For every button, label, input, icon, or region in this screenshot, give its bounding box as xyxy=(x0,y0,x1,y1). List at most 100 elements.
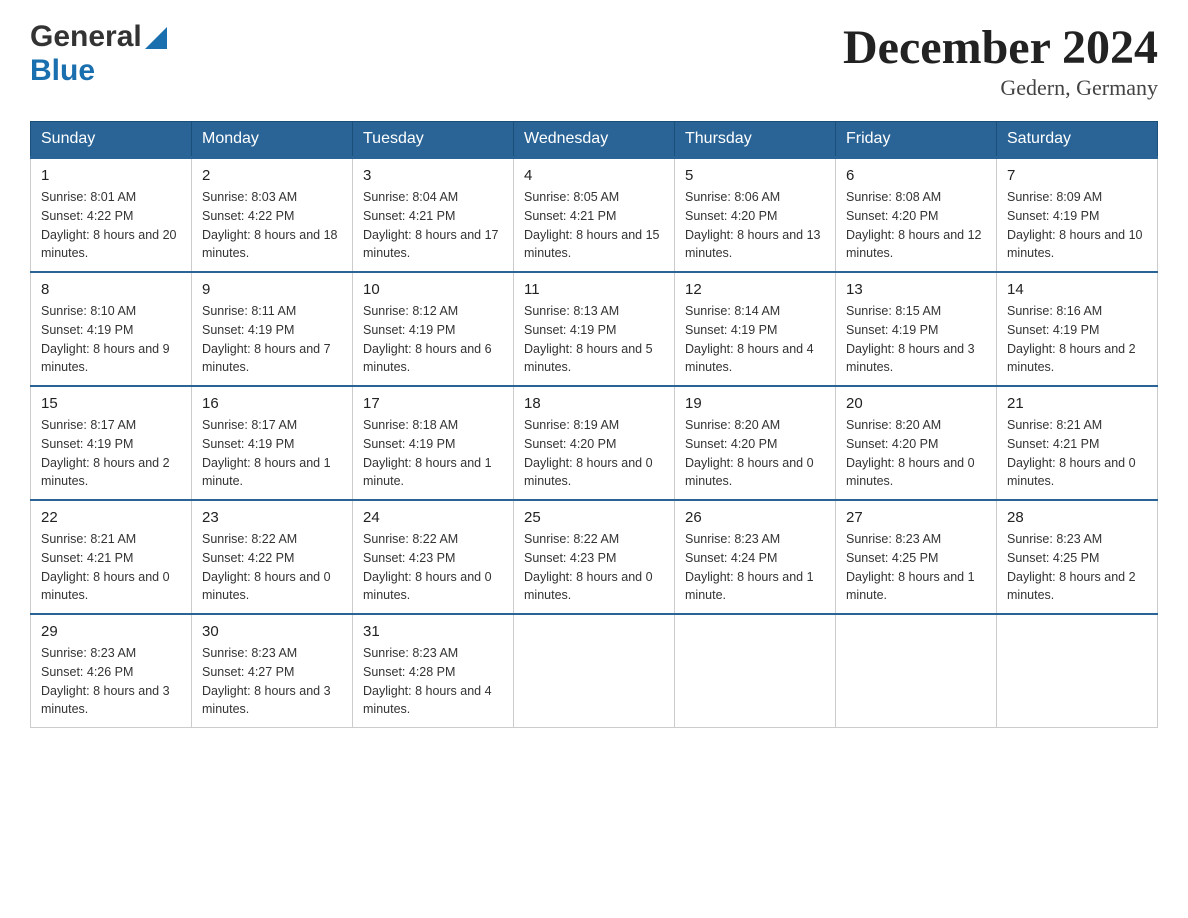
day-number: 24 xyxy=(363,509,503,526)
logo: General Blue xyxy=(30,20,167,88)
day-number: 8 xyxy=(41,281,181,298)
calendar-day-header: Sunday xyxy=(31,122,192,158)
calendar-day-header: Tuesday xyxy=(353,122,514,158)
calendar-cell: 22 Sunrise: 8:21 AM Sunset: 4:21 PM Dayl… xyxy=(31,500,192,614)
day-info: Sunrise: 8:20 AM Sunset: 4:20 PM Dayligh… xyxy=(846,416,986,491)
calendar-cell: 15 Sunrise: 8:17 AM Sunset: 4:19 PM Dayl… xyxy=(31,386,192,500)
calendar-cell: 18 Sunrise: 8:19 AM Sunset: 4:20 PM Dayl… xyxy=(514,386,675,500)
day-number: 22 xyxy=(41,509,181,526)
day-number: 5 xyxy=(685,167,825,184)
day-info: Sunrise: 8:17 AM Sunset: 4:19 PM Dayligh… xyxy=(41,416,181,491)
calendar-day-header: Saturday xyxy=(997,122,1158,158)
day-info: Sunrise: 8:23 AM Sunset: 4:25 PM Dayligh… xyxy=(1007,530,1147,605)
calendar-day-header: Monday xyxy=(192,122,353,158)
calendar-cell: 3 Sunrise: 8:04 AM Sunset: 4:21 PM Dayli… xyxy=(353,158,514,273)
day-info: Sunrise: 8:13 AM Sunset: 4:19 PM Dayligh… xyxy=(524,302,664,377)
day-info: Sunrise: 8:14 AM Sunset: 4:19 PM Dayligh… xyxy=(685,302,825,377)
day-number: 25 xyxy=(524,509,664,526)
calendar-cell: 17 Sunrise: 8:18 AM Sunset: 4:19 PM Dayl… xyxy=(353,386,514,500)
calendar-cell: 28 Sunrise: 8:23 AM Sunset: 4:25 PM Dayl… xyxy=(997,500,1158,614)
day-number: 26 xyxy=(685,509,825,526)
day-number: 28 xyxy=(1007,509,1147,526)
day-info: Sunrise: 8:08 AM Sunset: 4:20 PM Dayligh… xyxy=(846,188,986,263)
calendar-cell xyxy=(514,614,675,728)
logo-triangle-icon xyxy=(145,27,167,49)
day-info: Sunrise: 8:15 AM Sunset: 4:19 PM Dayligh… xyxy=(846,302,986,377)
logo-blue-text: Blue xyxy=(30,54,95,88)
calendar-header: SundayMondayTuesdayWednesdayThursdayFrid… xyxy=(31,122,1158,158)
day-info: Sunrise: 8:18 AM Sunset: 4:19 PM Dayligh… xyxy=(363,416,503,491)
day-number: 14 xyxy=(1007,281,1147,298)
day-info: Sunrise: 8:11 AM Sunset: 4:19 PM Dayligh… xyxy=(202,302,342,377)
calendar-cell: 19 Sunrise: 8:20 AM Sunset: 4:20 PM Dayl… xyxy=(675,386,836,500)
day-info: Sunrise: 8:23 AM Sunset: 4:27 PM Dayligh… xyxy=(202,644,342,719)
day-info: Sunrise: 8:10 AM Sunset: 4:19 PM Dayligh… xyxy=(41,302,181,377)
day-number: 15 xyxy=(41,395,181,412)
calendar-cell: 14 Sunrise: 8:16 AM Sunset: 4:19 PM Dayl… xyxy=(997,272,1158,386)
day-number: 18 xyxy=(524,395,664,412)
calendar-cell: 11 Sunrise: 8:13 AM Sunset: 4:19 PM Dayl… xyxy=(514,272,675,386)
calendar-body: 1 Sunrise: 8:01 AM Sunset: 4:22 PM Dayli… xyxy=(31,158,1158,728)
day-number: 17 xyxy=(363,395,503,412)
calendar-cell: 13 Sunrise: 8:15 AM Sunset: 4:19 PM Dayl… xyxy=(836,272,997,386)
calendar-cell xyxy=(997,614,1158,728)
calendar-week-row: 1 Sunrise: 8:01 AM Sunset: 4:22 PM Dayli… xyxy=(31,158,1158,273)
day-number: 19 xyxy=(685,395,825,412)
day-info: Sunrise: 8:12 AM Sunset: 4:19 PM Dayligh… xyxy=(363,302,503,377)
day-info: Sunrise: 8:03 AM Sunset: 4:22 PM Dayligh… xyxy=(202,188,342,263)
day-number: 1 xyxy=(41,167,181,184)
day-info: Sunrise: 8:23 AM Sunset: 4:28 PM Dayligh… xyxy=(363,644,503,719)
day-info: Sunrise: 8:20 AM Sunset: 4:20 PM Dayligh… xyxy=(685,416,825,491)
day-number: 29 xyxy=(41,623,181,640)
calendar-header-row: SundayMondayTuesdayWednesdayThursdayFrid… xyxy=(31,122,1158,158)
calendar-day-header: Friday xyxy=(836,122,997,158)
calendar-cell: 1 Sunrise: 8:01 AM Sunset: 4:22 PM Dayli… xyxy=(31,158,192,273)
calendar-cell: 25 Sunrise: 8:22 AM Sunset: 4:23 PM Dayl… xyxy=(514,500,675,614)
day-info: Sunrise: 8:09 AM Sunset: 4:19 PM Dayligh… xyxy=(1007,188,1147,263)
day-number: 23 xyxy=(202,509,342,526)
day-number: 10 xyxy=(363,281,503,298)
day-info: Sunrise: 8:23 AM Sunset: 4:24 PM Dayligh… xyxy=(685,530,825,605)
calendar-cell: 27 Sunrise: 8:23 AM Sunset: 4:25 PM Dayl… xyxy=(836,500,997,614)
day-info: Sunrise: 8:23 AM Sunset: 4:26 PM Dayligh… xyxy=(41,644,181,719)
calendar-day-header: Thursday xyxy=(675,122,836,158)
calendar-cell: 20 Sunrise: 8:20 AM Sunset: 4:20 PM Dayl… xyxy=(836,386,997,500)
day-number: 20 xyxy=(846,395,986,412)
day-number: 13 xyxy=(846,281,986,298)
calendar-cell: 6 Sunrise: 8:08 AM Sunset: 4:20 PM Dayli… xyxy=(836,158,997,273)
day-number: 3 xyxy=(363,167,503,184)
calendar-cell: 4 Sunrise: 8:05 AM Sunset: 4:21 PM Dayli… xyxy=(514,158,675,273)
calendar-cell: 16 Sunrise: 8:17 AM Sunset: 4:19 PM Dayl… xyxy=(192,386,353,500)
page-title: December 2024 xyxy=(843,20,1158,75)
calendar-cell: 10 Sunrise: 8:12 AM Sunset: 4:19 PM Dayl… xyxy=(353,272,514,386)
calendar-cell: 5 Sunrise: 8:06 AM Sunset: 4:20 PM Dayli… xyxy=(675,158,836,273)
day-number: 16 xyxy=(202,395,342,412)
calendar-week-row: 8 Sunrise: 8:10 AM Sunset: 4:19 PM Dayli… xyxy=(31,272,1158,386)
calendar-week-row: 22 Sunrise: 8:21 AM Sunset: 4:21 PM Dayl… xyxy=(31,500,1158,614)
calendar-cell: 2 Sunrise: 8:03 AM Sunset: 4:22 PM Dayli… xyxy=(192,158,353,273)
day-number: 30 xyxy=(202,623,342,640)
day-number: 12 xyxy=(685,281,825,298)
day-number: 7 xyxy=(1007,167,1147,184)
calendar-cell: 24 Sunrise: 8:22 AM Sunset: 4:23 PM Dayl… xyxy=(353,500,514,614)
day-info: Sunrise: 8:06 AM Sunset: 4:20 PM Dayligh… xyxy=(685,188,825,263)
day-info: Sunrise: 8:04 AM Sunset: 4:21 PM Dayligh… xyxy=(363,188,503,263)
day-number: 6 xyxy=(846,167,986,184)
calendar-cell: 23 Sunrise: 8:22 AM Sunset: 4:22 PM Dayl… xyxy=(192,500,353,614)
calendar-cell: 29 Sunrise: 8:23 AM Sunset: 4:26 PM Dayl… xyxy=(31,614,192,728)
day-info: Sunrise: 8:05 AM Sunset: 4:21 PM Dayligh… xyxy=(524,188,664,263)
day-number: 9 xyxy=(202,281,342,298)
day-info: Sunrise: 8:22 AM Sunset: 4:23 PM Dayligh… xyxy=(524,530,664,605)
day-info: Sunrise: 8:01 AM Sunset: 4:22 PM Dayligh… xyxy=(41,188,181,263)
calendar-cell: 12 Sunrise: 8:14 AM Sunset: 4:19 PM Dayl… xyxy=(675,272,836,386)
day-number: 11 xyxy=(524,281,664,298)
day-info: Sunrise: 8:22 AM Sunset: 4:22 PM Dayligh… xyxy=(202,530,342,605)
calendar-cell: 7 Sunrise: 8:09 AM Sunset: 4:19 PM Dayli… xyxy=(997,158,1158,273)
day-info: Sunrise: 8:17 AM Sunset: 4:19 PM Dayligh… xyxy=(202,416,342,491)
calendar-cell xyxy=(675,614,836,728)
day-info: Sunrise: 8:21 AM Sunset: 4:21 PM Dayligh… xyxy=(41,530,181,605)
title-area: December 2024 Gedern, Germany xyxy=(843,20,1158,101)
day-info: Sunrise: 8:19 AM Sunset: 4:20 PM Dayligh… xyxy=(524,416,664,491)
day-number: 21 xyxy=(1007,395,1147,412)
calendar-cell: 31 Sunrise: 8:23 AM Sunset: 4:28 PM Dayl… xyxy=(353,614,514,728)
